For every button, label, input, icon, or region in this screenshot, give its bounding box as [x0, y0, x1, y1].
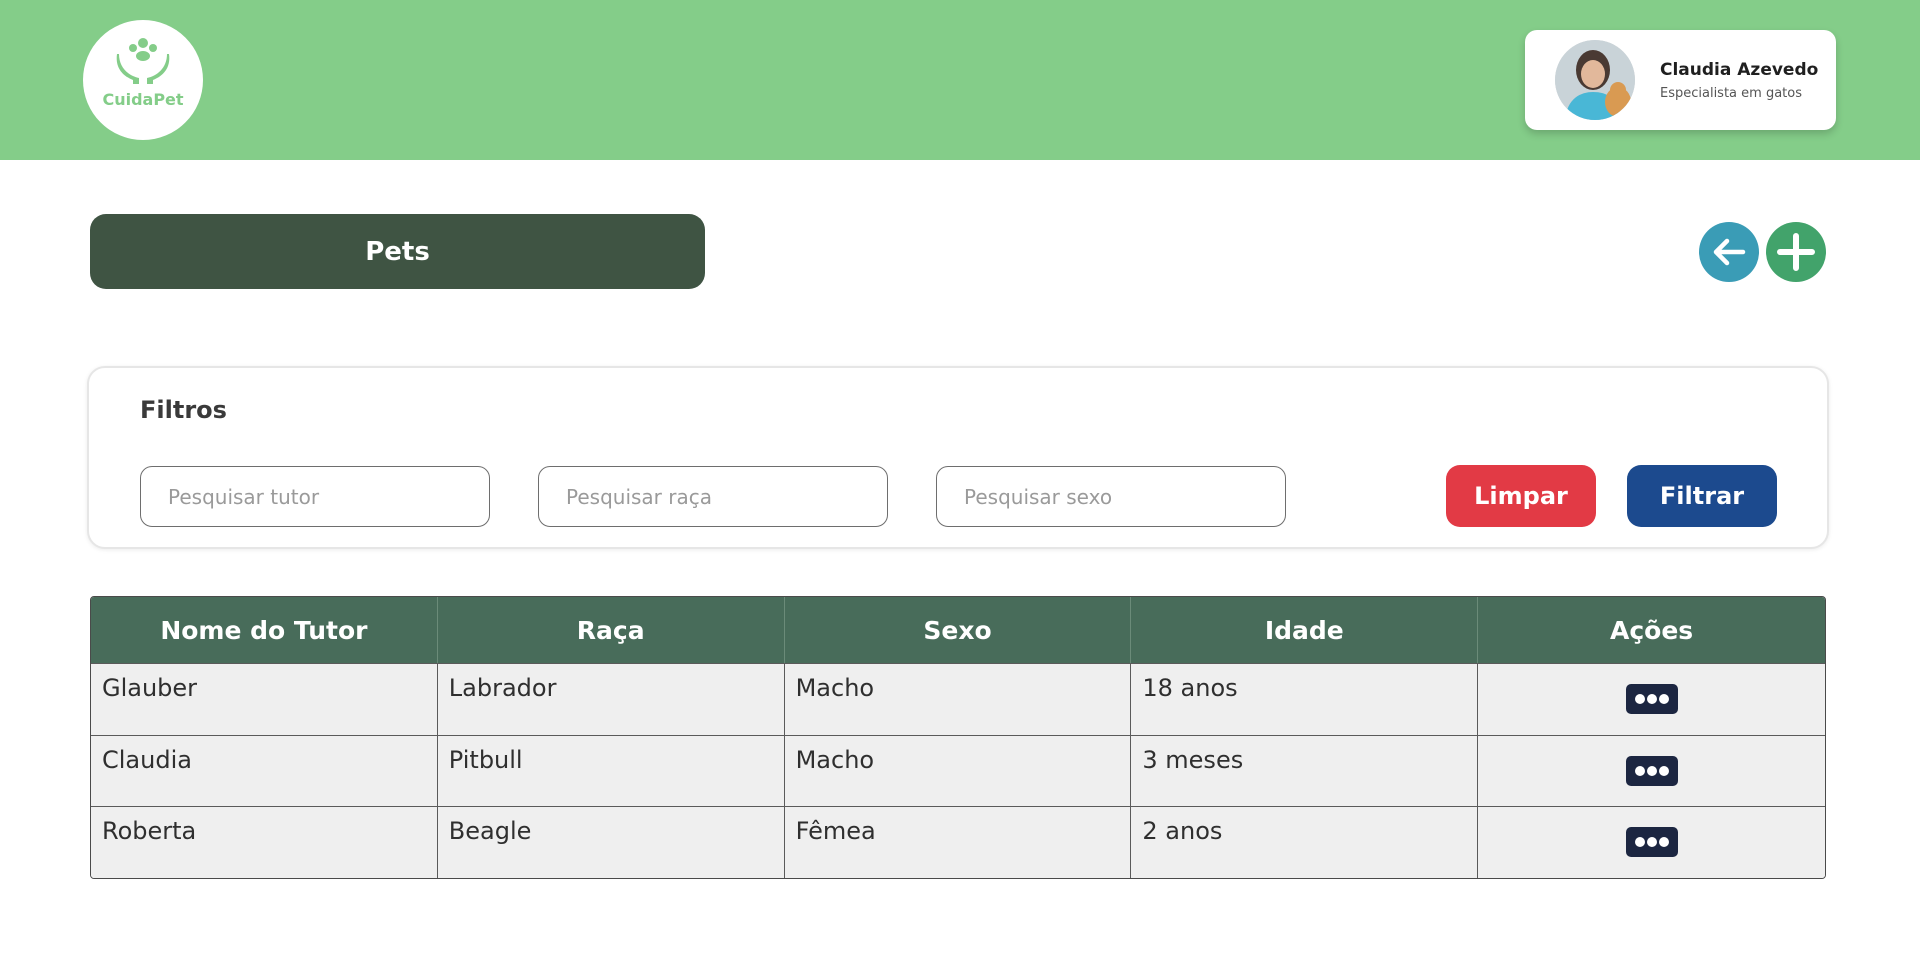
cell-tutor: Roberta: [91, 807, 438, 878]
filter-button[interactable]: Filtrar: [1627, 465, 1777, 527]
column-header-actions: Ações: [1609, 615, 1694, 645]
column-header-sex: Sexo: [785, 597, 1132, 663]
profile-name: Claudia Azevedo: [1660, 60, 1819, 80]
cell-age: 3 meses: [1131, 735, 1479, 806]
column-header-age: Idade: [1131, 597, 1479, 663]
cell-sex: Macho: [785, 735, 1132, 806]
clear-button[interactable]: Limpar: [1446, 465, 1596, 527]
top-header: CuidaPet Claudia Azevedo Especialista em…: [0, 0, 1920, 160]
plus-icon: [1777, 233, 1815, 271]
row-actions-button[interactable]: [1625, 755, 1678, 786]
profile-role: Especialista em gatos: [1660, 86, 1802, 101]
table-row: Claudia Pitbull Macho 3 meses: [91, 734, 1825, 807]
cell-age: 18 anos: [1131, 664, 1479, 735]
paw-hands-icon: [116, 38, 170, 84]
cell-breed: Beagle: [438, 807, 785, 878]
more-dots-icon: [1634, 694, 1669, 705]
logo-text: CuidaPet: [102, 90, 184, 109]
cell-tutor: Claudia: [91, 735, 438, 806]
add-pet-button[interactable]: [1766, 222, 1826, 282]
row-actions-button[interactable]: [1625, 684, 1678, 715]
cell-age: 2 anos: [1131, 807, 1479, 878]
table-header: Nome do Tutor Raça Sexo Idade Ações: [91, 597, 1825, 663]
cell-breed: Pitbull: [438, 735, 785, 806]
cell-actions: [1478, 664, 1825, 735]
row-actions-button[interactable]: [1625, 827, 1678, 858]
search-tutor-input[interactable]: [140, 466, 490, 527]
cell-actions: [1478, 736, 1825, 807]
back-button[interactable]: [1699, 222, 1759, 282]
more-dots-icon: [1634, 765, 1669, 776]
arrow-left-icon: [1713, 238, 1746, 266]
filters-title: Filtros: [140, 396, 227, 424]
avatar: [1555, 40, 1635, 120]
cell-breed: Labrador: [438, 664, 785, 735]
filters-panel: Filtros Limpar Filtrar: [87, 366, 1829, 549]
logo[interactable]: CuidaPet: [83, 20, 203, 140]
cell-sex: Macho: [785, 664, 1132, 735]
search-breed-input[interactable]: [538, 466, 888, 527]
pets-table: Nome do Tutor Raça Sexo Idade Ações Glau…: [90, 596, 1826, 879]
table-row: Glauber Labrador Macho 18 anos: [91, 663, 1825, 735]
cell-actions: [1478, 807, 1825, 878]
cell-tutor: Glauber: [91, 664, 438, 735]
table-row: Roberta Beagle Fêmea 2 anos: [91, 806, 1825, 878]
page-title: Pets: [90, 214, 705, 289]
column-header-tutor: Nome do Tutor: [91, 597, 438, 663]
user-profile-card[interactable]: Claudia Azevedo Especialista em gatos: [1525, 30, 1836, 130]
column-header-breed: Raça: [438, 597, 785, 663]
search-sex-input[interactable]: [936, 466, 1286, 527]
more-dots-icon: [1634, 837, 1669, 848]
cell-sex: Fêmea: [785, 807, 1132, 878]
